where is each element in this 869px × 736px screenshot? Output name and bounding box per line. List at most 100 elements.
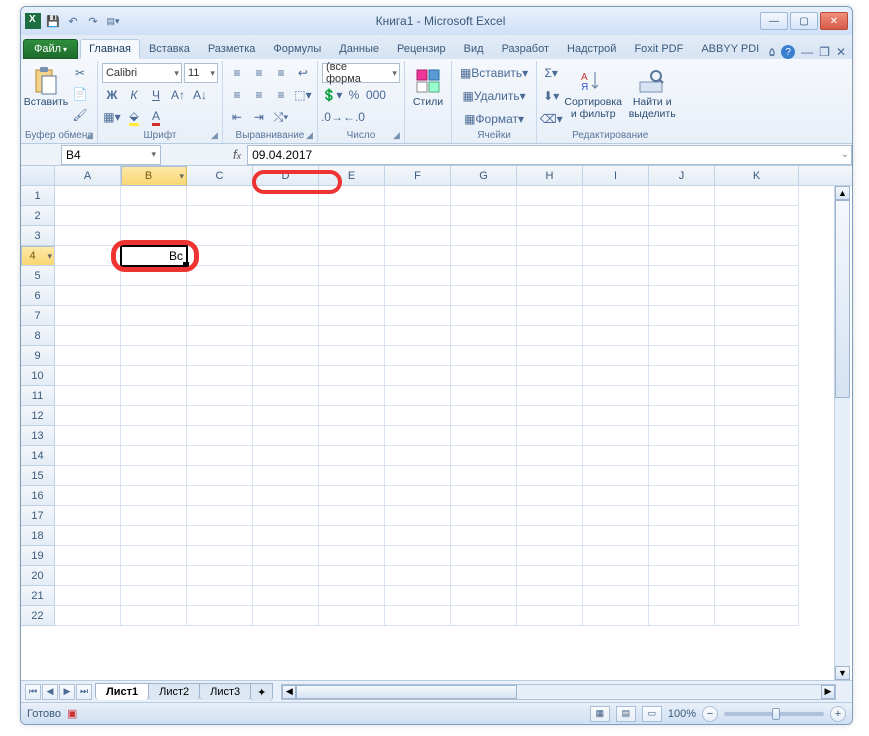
- fx-icon[interactable]: fx: [233, 147, 241, 162]
- cell[interactable]: [319, 586, 385, 606]
- new-sheet-icon[interactable]: ✦: [250, 683, 273, 701]
- grid-body[interactable]: 1234Вс5678910111213141516171819202122 ▲ …: [21, 186, 852, 680]
- cell[interactable]: [55, 386, 121, 406]
- cell[interactable]: [121, 286, 187, 306]
- ribbon-minimize-icon[interactable]: ۵: [769, 45, 775, 59]
- cell[interactable]: [319, 286, 385, 306]
- zoom-slider[interactable]: [724, 712, 824, 716]
- cell[interactable]: [583, 426, 649, 446]
- cell[interactable]: [715, 466, 799, 486]
- row-header[interactable]: 9: [21, 346, 55, 366]
- cell[interactable]: [583, 186, 649, 206]
- cell[interactable]: [649, 206, 715, 226]
- cell[interactable]: [55, 246, 121, 266]
- cell[interactable]: [715, 286, 799, 306]
- cell[interactable]: [451, 246, 517, 266]
- cell[interactable]: [55, 206, 121, 226]
- cell[interactable]: [187, 606, 253, 626]
- cell[interactable]: [715, 426, 799, 446]
- cell[interactable]: [583, 286, 649, 306]
- column-header[interactable]: I: [583, 166, 649, 185]
- cell[interactable]: [55, 306, 121, 326]
- cell[interactable]: [187, 346, 253, 366]
- cell[interactable]: [451, 266, 517, 286]
- close-button[interactable]: ✕: [820, 12, 848, 30]
- cell[interactable]: [385, 506, 451, 526]
- cell[interactable]: [121, 226, 187, 246]
- cell[interactable]: [55, 346, 121, 366]
- cell[interactable]: [55, 426, 121, 446]
- cell[interactable]: [253, 546, 319, 566]
- cell[interactable]: [385, 546, 451, 566]
- cell[interactable]: [55, 286, 121, 306]
- row-header[interactable]: 14: [21, 446, 55, 466]
- comma-icon[interactable]: 000: [366, 85, 386, 105]
- cell[interactable]: [649, 286, 715, 306]
- cell[interactable]: [187, 406, 253, 426]
- column-header[interactable]: D: [253, 166, 319, 185]
- help-icon[interactable]: ?: [781, 45, 795, 59]
- cell[interactable]: [517, 366, 583, 386]
- cell[interactable]: [187, 526, 253, 546]
- cell[interactable]: [187, 246, 253, 266]
- vertical-scrollbar[interactable]: ▲ ▼: [834, 186, 850, 680]
- cell[interactable]: [715, 486, 799, 506]
- tab-formulas[interactable]: Формулы: [264, 39, 330, 59]
- zoom-thumb[interactable]: [772, 708, 780, 720]
- cell[interactable]: [187, 546, 253, 566]
- cell[interactable]: [649, 406, 715, 426]
- cell[interactable]: [583, 466, 649, 486]
- decrease-decimal-icon[interactable]: ←.0: [344, 107, 364, 127]
- cell[interactable]: [253, 606, 319, 626]
- cell[interactable]: [55, 506, 121, 526]
- row-header[interactable]: 19: [21, 546, 55, 566]
- cell[interactable]: [121, 426, 187, 446]
- cell[interactable]: [55, 366, 121, 386]
- tab-developer[interactable]: Разработ: [493, 39, 558, 59]
- cell[interactable]: [385, 606, 451, 626]
- row-header[interactable]: 2: [21, 206, 55, 226]
- sheet-next-icon[interactable]: ▶: [59, 684, 75, 700]
- cell[interactable]: [451, 206, 517, 226]
- cell[interactable]: [583, 366, 649, 386]
- name-box[interactable]: B4▾: [61, 145, 161, 165]
- cut-icon[interactable]: ✂: [70, 63, 90, 83]
- cell[interactable]: [715, 346, 799, 366]
- row-header[interactable]: 17: [21, 506, 55, 526]
- row-header[interactable]: 12: [21, 406, 55, 426]
- cell[interactable]: [319, 606, 385, 626]
- cell[interactable]: [583, 446, 649, 466]
- row-header[interactable]: 20: [21, 566, 55, 586]
- tab-view[interactable]: Вид: [455, 39, 493, 59]
- cell[interactable]: [187, 586, 253, 606]
- scroll-left-icon[interactable]: ◀: [282, 685, 296, 699]
- cell[interactable]: [253, 186, 319, 206]
- tab-home[interactable]: Главная: [80, 39, 140, 59]
- cell[interactable]: [187, 266, 253, 286]
- doc-restore-icon[interactable]: ❐: [819, 45, 830, 59]
- wrap-text-icon[interactable]: ↩: [293, 63, 313, 83]
- cell[interactable]: [319, 426, 385, 446]
- cell[interactable]: [121, 386, 187, 406]
- scroll-up-icon[interactable]: ▲: [835, 186, 850, 200]
- cell[interactable]: [649, 566, 715, 586]
- cell[interactable]: [187, 326, 253, 346]
- format-painter-icon[interactable]: 🖌: [70, 105, 90, 125]
- sheet-tab-1[interactable]: Лист1: [95, 683, 149, 700]
- tab-foxit[interactable]: Foxit PDF: [625, 39, 692, 59]
- cell[interactable]: [385, 526, 451, 546]
- cell[interactable]: [715, 246, 799, 266]
- cell[interactable]: [55, 186, 121, 206]
- zoom-out-button[interactable]: −: [702, 706, 718, 722]
- autosum-icon[interactable]: Σ▾: [541, 63, 561, 83]
- cell[interactable]: [385, 386, 451, 406]
- cell[interactable]: [451, 446, 517, 466]
- cell[interactable]: [583, 206, 649, 226]
- cell[interactable]: [451, 326, 517, 346]
- cell[interactable]: [715, 506, 799, 526]
- cell[interactable]: [517, 226, 583, 246]
- cell[interactable]: [451, 546, 517, 566]
- column-header[interactable]: B: [121, 166, 187, 186]
- cell[interactable]: [253, 526, 319, 546]
- increase-font-icon[interactable]: A↑: [168, 85, 188, 105]
